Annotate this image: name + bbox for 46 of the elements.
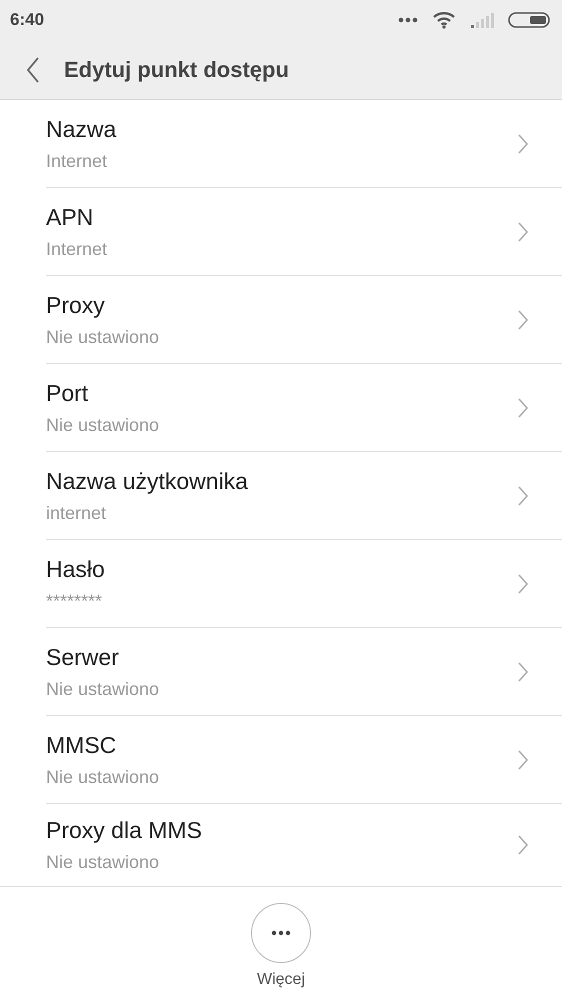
setting-label: Serwer <box>46 644 120 670</box>
setting-value: Nie ustawiono <box>46 852 160 873</box>
battery-icon <box>508 11 550 29</box>
setting-row[interactable]: APN Internet <box>46 188 562 276</box>
setting-value: Nie ustawiono <box>46 414 160 436</box>
setting-value: Nie ustawiono <box>46 766 160 788</box>
more-notifications-icon <box>398 17 418 23</box>
setting-value: internet <box>46 502 108 524</box>
setting-row[interactable]: Serwer Nie ustawiono <box>46 628 562 716</box>
more-icon <box>271 930 291 936</box>
chevron-right-icon <box>518 750 528 770</box>
chevron-right-icon <box>518 134 528 154</box>
setting-row[interactable]: Hasło ******** <box>46 540 562 628</box>
chevron-right-icon <box>518 398 528 418</box>
setting-label: Port <box>46 380 90 406</box>
setting-row[interactable]: Proxy dla MMS Nie ustawiono <box>46 804 562 886</box>
chevron-right-icon <box>518 574 528 594</box>
setting-label: Nazwa <box>46 116 116 142</box>
setting-row[interactable]: Nazwa Internet <box>46 100 562 188</box>
setting-row[interactable]: Nazwa użytkownika internet <box>46 452 562 540</box>
wifi-icon <box>432 11 456 29</box>
setting-label: Nazwa użytkownika <box>46 468 248 494</box>
setting-label: Proxy <box>46 292 106 318</box>
chevron-right-icon <box>518 486 528 506</box>
page-title: Edytuj punkt dostępu <box>64 56 289 82</box>
setting-value: Internet <box>46 150 108 172</box>
setting-row[interactable]: Proxy Nie ustawiono <box>46 276 562 364</box>
setting-row[interactable]: Port Nie ustawiono <box>46 364 562 452</box>
setting-label: Hasło <box>46 556 105 582</box>
setting-value: Nie ustawiono <box>46 326 160 348</box>
status-time: 6:40 <box>10 10 44 30</box>
chevron-right-icon <box>518 662 528 682</box>
signal-icon <box>470 11 494 29</box>
setting-label: Proxy dla MMS <box>46 817 202 844</box>
chevron-right-icon <box>518 310 528 330</box>
setting-label: APN <box>46 204 94 230</box>
setting-row[interactable]: MMSC Nie ustawiono <box>46 716 562 804</box>
more-label: Więcej <box>256 971 305 989</box>
chevron-right-icon <box>518 835 528 855</box>
setting-label: MMSC <box>46 732 118 758</box>
setting-value: Internet <box>46 238 108 260</box>
setting-value: Nie ustawiono <box>46 678 160 700</box>
back-button[interactable] <box>26 56 40 82</box>
setting-value: ******** <box>46 590 104 612</box>
back-icon <box>26 56 40 82</box>
chevron-right-icon <box>518 222 528 242</box>
